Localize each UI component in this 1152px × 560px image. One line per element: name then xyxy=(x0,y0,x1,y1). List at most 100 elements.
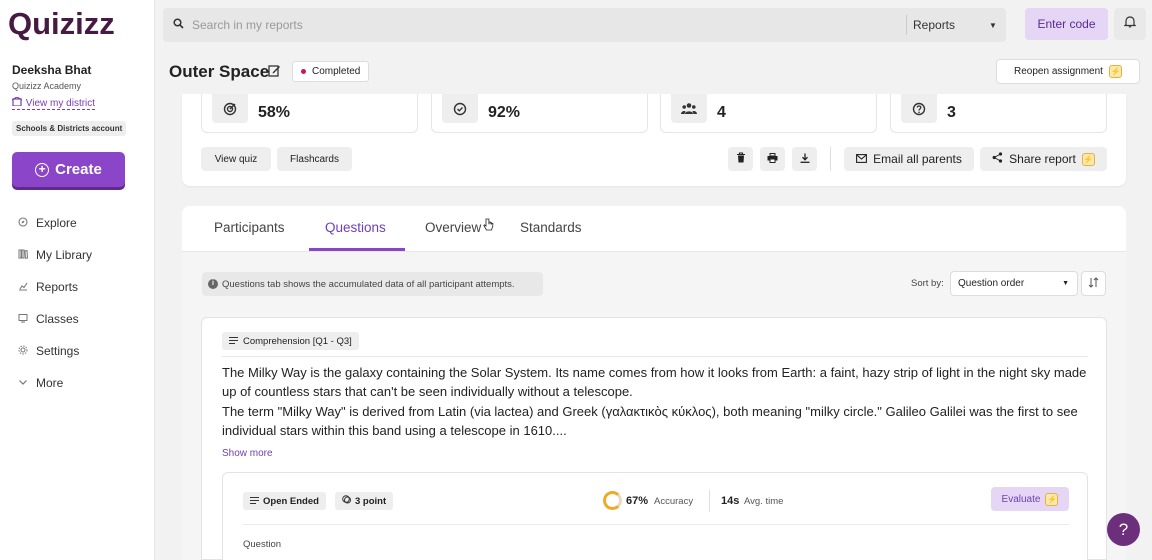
sort-select[interactable]: Question order ▼ xyxy=(950,271,1078,296)
share-report-label: Share report xyxy=(1009,152,1076,166)
passage-text: The Milky Way is the galaxy containing t… xyxy=(222,363,1092,440)
sidebar-item-label: Classes xyxy=(36,312,79,326)
evaluate-button[interactable]: Evaluate ⚡ xyxy=(991,487,1069,511)
report-tabs: Participants Questions Overview Standard… xyxy=(182,206,1126,252)
participants-icon xyxy=(671,94,707,123)
avg-time-value: 14s xyxy=(721,495,740,507)
quizizz-logo[interactable]: Quizizz xyxy=(8,6,115,42)
printer-icon xyxy=(767,150,778,168)
divider xyxy=(709,490,710,512)
account-badge: Schools & Districts account xyxy=(12,121,127,136)
reopen-assignment-button[interactable]: Reopen assignment ⚡ xyxy=(996,59,1140,84)
sidebar-item-label: More xyxy=(36,376,64,390)
gear-icon xyxy=(18,345,28,358)
create-label: Create xyxy=(55,161,102,178)
chevron-down-icon xyxy=(18,377,28,390)
divider xyxy=(222,356,1088,357)
email-all-parents-button[interactable]: Email all parents xyxy=(844,147,974,171)
question-type-label: Open Ended xyxy=(263,495,319,507)
sidebar-item-settings[interactable]: Settings xyxy=(18,335,92,367)
sidebar-item-label: Settings xyxy=(36,344,80,358)
help-button[interactable]: ? xyxy=(1107,513,1140,546)
question-section-label: Question xyxy=(243,539,282,550)
points-chip: 3 point xyxy=(335,492,394,510)
mail-icon xyxy=(856,152,868,166)
info-icon: i xyxy=(208,279,218,289)
sidebar-item-label: My Library xyxy=(36,248,93,262)
check-circle-icon xyxy=(442,94,478,123)
tab-overview[interactable]: Overview xyxy=(425,220,481,235)
notifications-button[interactable] xyxy=(1114,8,1146,40)
status-dot xyxy=(301,69,306,74)
page-title: Outer Space xyxy=(169,62,270,81)
accuracy-ring-icon xyxy=(603,491,622,510)
accuracy-value: 67% xyxy=(626,495,649,507)
mouse-cursor-icon xyxy=(483,218,494,237)
sort-direction-button[interactable] xyxy=(1081,271,1106,296)
library-icon xyxy=(18,249,29,262)
sort-arrows-icon xyxy=(1088,276,1099,291)
stat-value: 3 xyxy=(947,104,956,121)
view-quiz-button[interactable]: View quiz xyxy=(201,147,271,171)
print-button[interactable] xyxy=(760,147,785,171)
download-button[interactable] xyxy=(792,147,817,171)
share-report-button[interactable]: Share report ⚡ xyxy=(980,147,1107,171)
stat-value: 58% xyxy=(258,104,291,121)
status-badge: Completed xyxy=(292,61,370,82)
comprehension-card: Comprehension [Q1 - Q3] The Milky Way is… xyxy=(201,317,1107,560)
flashcards-button[interactable]: Flashcards xyxy=(277,147,352,171)
enter-code-button[interactable]: Enter code xyxy=(1025,8,1108,40)
passage-paragraph: The Milky Way is the galaxy containing t… xyxy=(222,365,1087,400)
sidebar-item-more[interactable]: More xyxy=(18,367,92,399)
info-text: Questions tab shows the accumulated data… xyxy=(222,278,515,290)
search-bar[interactable]: Search in my reports Reports ▼ xyxy=(163,8,1006,42)
classes-icon xyxy=(18,313,28,326)
delete-button[interactable] xyxy=(728,147,753,171)
question-icon xyxy=(901,94,937,123)
sidebar-item-my-library[interactable]: My Library xyxy=(18,239,92,271)
lightning-icon: ⚡ xyxy=(1108,65,1122,78)
stat-accuracy: 58% xyxy=(201,94,418,133)
question-card: Open Ended 3 point 67% Accuracy 14s Avg.… xyxy=(222,472,1088,560)
tab-standards[interactable]: Standards xyxy=(520,220,582,235)
report-header: Outer Space Completed Reopen assignment … xyxy=(155,50,1152,94)
sidebar-item-label: Explore xyxy=(36,216,77,230)
search-divider xyxy=(906,15,907,35)
trash-icon xyxy=(736,150,746,168)
stat-participants: 4 xyxy=(660,94,877,133)
comprehension-chip: Comprehension [Q1 - Q3] xyxy=(222,332,359,350)
search-input[interactable]: Search in my reports xyxy=(192,18,303,32)
sidebar-item-explore[interactable]: Explore xyxy=(18,207,92,239)
stat-questions: 3 xyxy=(890,94,1107,133)
top-bar: Search in my reports Reports ▼ Enter cod… xyxy=(155,0,1152,50)
questions-info-note: i Questions tab shows the accumulated da… xyxy=(202,272,543,296)
download-icon xyxy=(800,150,810,168)
tab-questions[interactable]: Questions xyxy=(325,220,386,235)
share-icon xyxy=(992,152,1003,166)
edit-icon[interactable] xyxy=(268,64,281,82)
caret-down-icon: ▼ xyxy=(989,21,997,30)
search-scope-select[interactable]: Reports xyxy=(913,8,955,42)
stat-completion: 92% xyxy=(431,94,648,133)
report-content-card: Participants Questions Overview Standard… xyxy=(182,206,1126,560)
show-more-link[interactable]: Show more xyxy=(222,448,273,459)
user-name: Deeksha Bhat xyxy=(12,63,92,77)
create-button[interactable]: + Create xyxy=(12,152,125,187)
sort-by-label: Sort by: xyxy=(911,278,944,289)
coins-icon xyxy=(342,495,351,507)
passage-paragraph: The term "Milky Way" is derived from Lat… xyxy=(222,403,1078,438)
sidebar-item-reports[interactable]: Reports xyxy=(18,271,92,303)
sidebar-item-classes[interactable]: Classes xyxy=(18,303,92,335)
points-label: 3 point xyxy=(355,495,387,507)
view-district-label: View my district xyxy=(25,98,96,109)
sidebar: Quizizz Deeksha Bhat Quizizz Academy Vie… xyxy=(0,0,155,560)
avg-time-label: Avg. time xyxy=(744,496,784,507)
sidebar-nav: Explore My Library Reports Classes Setti… xyxy=(18,207,92,399)
view-district-link[interactable]: View my district xyxy=(11,96,96,110)
caret-down-icon: ▼ xyxy=(1062,280,1069,287)
sort-select-value: Question order xyxy=(958,278,1025,289)
plus-circle-icon: + xyxy=(35,162,50,177)
tab-participants[interactable]: Participants xyxy=(214,220,285,235)
action-divider xyxy=(830,147,831,171)
accuracy-label: Accuracy xyxy=(654,496,694,507)
